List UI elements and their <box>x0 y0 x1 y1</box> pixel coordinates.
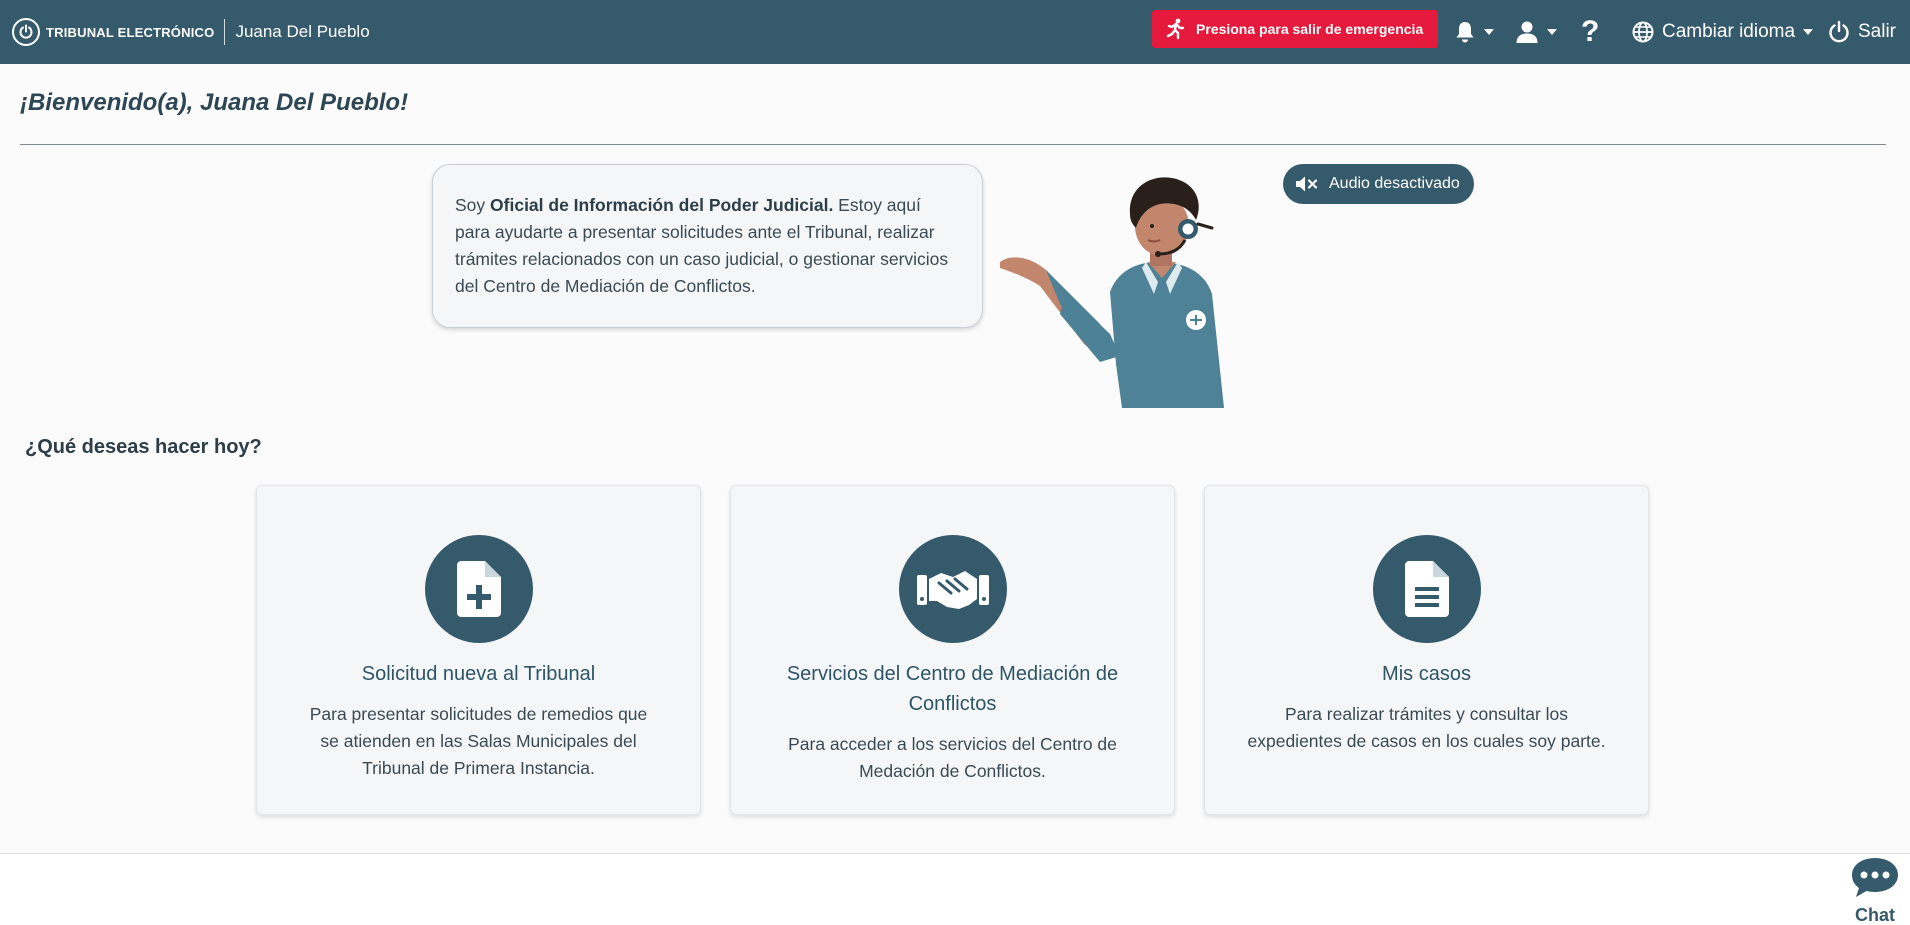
brand-name: TRIBUNAL ELECTRÓNICO <box>46 24 215 40</box>
power-icon <box>12 18 40 46</box>
language-label: Cambiar idioma <box>1662 21 1796 42</box>
chevron-down-icon <box>1484 29 1494 35</box>
power-icon <box>1829 20 1849 43</box>
brand[interactable]: TRIBUNAL ELECTRÓNICO Juana Del Pueblo <box>12 0 370 64</box>
assistant-role: Oficial de Información del Poder Judicia… <box>490 195 834 215</box>
user-name: Juana Del Pueblo <box>235 22 370 41</box>
logout-button[interactable]: Salir <box>1828 0 1896 64</box>
welcome-heading: ¡Bienvenido(a), Juana Del Pueblo! <box>20 89 409 116</box>
card-description: Para realizar trámites y consultar los e… <box>1247 704 1606 751</box>
language-menu[interactable]: Cambiar idioma <box>1632 0 1814 64</box>
document-icon <box>1372 535 1481 643</box>
assistant-speech-bubble: Soy Oficial de Información del Poder Jud… <box>432 164 983 328</box>
question-icon: ? <box>1581 15 1600 48</box>
audio-toggle-button[interactable]: Audio desactivado <box>1283 164 1474 204</box>
assistant-intro-prefix: Soy <box>455 195 491 215</box>
chat-button[interactable]: Chat <box>1848 856 1902 925</box>
new-request-card[interactable]: Solicitud nueva al Tribunal Para present… <box>256 485 701 815</box>
chat-bubble-icon <box>1852 858 1898 897</box>
user-icon <box>1516 21 1538 43</box>
card-title: Mis casos <box>1382 663 1471 685</box>
my-cases-card[interactable]: Mis casos Para realizar trámites y consu… <box>1204 485 1649 815</box>
emergency-label: Presiona para salir de emergencia <box>1196 21 1424 37</box>
card-title: Servicios del Centro de Mediación de Con… <box>786 663 1119 715</box>
card-description: Para presentar solicitudes de remedios q… <box>309 704 648 778</box>
notifications-menu[interactable] <box>1454 0 1494 64</box>
brand-separator <box>224 19 226 45</box>
globe-icon <box>1632 21 1654 43</box>
logout-label: Salir <box>1858 21 1897 42</box>
top-navbar: TRIBUNAL ELECTRÓNICO Juana Del Pueblo Pr… <box>0 0 1910 64</box>
emergency-exit-button[interactable]: Presiona para salir de emergencia <box>1152 10 1438 48</box>
help-button[interactable]: ? <box>1581 0 1599 64</box>
information-officer-illustration <box>1000 177 1224 408</box>
audio-label: Audio desactivado <box>1329 175 1460 192</box>
card-description: Para acceder a los servicios del Centro … <box>788 734 1117 781</box>
bell-icon <box>1456 22 1474 43</box>
chevron-down-icon <box>1547 29 1557 35</box>
handshake-icon <box>898 535 1007 643</box>
section-question: ¿Qué deseas hacer hoy? <box>25 436 262 458</box>
mediation-services-card[interactable]: Servicios del Centro de Mediación de Con… <box>730 485 1175 815</box>
volume-mute-icon <box>1296 176 1318 192</box>
file-plus-icon <box>424 535 533 643</box>
running-person-icon <box>1166 18 1185 40</box>
chevron-down-icon <box>1803 29 1814 35</box>
user-menu[interactable] <box>1515 0 1557 64</box>
main-content: ¡Bienvenido(a), Juana Del Pueblo! Soy Of… <box>0 64 1910 854</box>
chat-label: Chat <box>1855 905 1895 925</box>
card-title: Solicitud nueva al Tribunal <box>361 663 596 685</box>
divider <box>20 144 1886 145</box>
